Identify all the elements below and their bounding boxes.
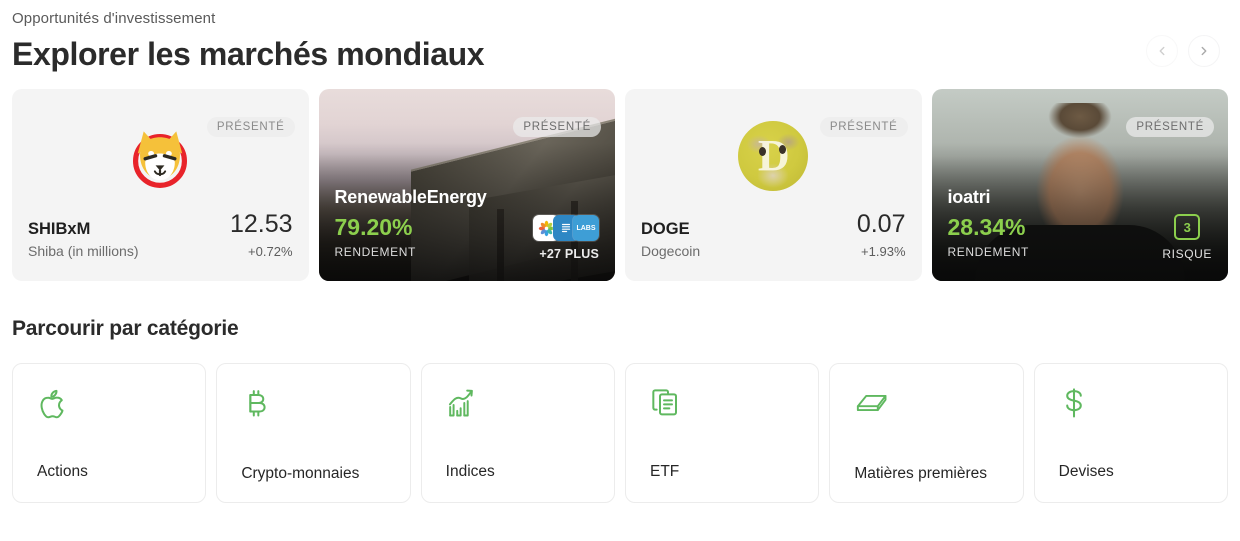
featured-badge: PRÉSENTÉ <box>513 117 601 137</box>
featured-cards-row: PRÉSENTÉ SHIBxM Shiba (in millions) 12.5… <box>12 89 1228 281</box>
carousel-nav <box>1146 35 1220 67</box>
shiba-inu-logo-icon <box>123 121 197 200</box>
dogecoin-logo-icon: D <box>738 121 809 191</box>
card-price-block: 0.07 +1.93% <box>856 210 906 260</box>
card-price: 0.07 <box>856 210 906 238</box>
category-tile-currencies[interactable]: Devises <box>1033 363 1228 503</box>
card-identity: DOGE Dogecoin <box>641 220 700 259</box>
chart-growth-icon <box>446 386 596 432</box>
card-name: Shiba (in millions) <box>28 243 139 259</box>
page-header: Opportunités d'investissement Explorer l… <box>12 0 1228 86</box>
card-info: ioatri 28.34% RENDEMENT <box>948 187 1029 259</box>
category-label: Crypto-monnaies <box>241 465 360 483</box>
featured-card-renewableenergy[interactable]: PRÉSENTÉ RenewableEnergy 79.20% RENDEMEN… <box>318 89 615 281</box>
market-explore-page: Opportunités d'investissement Explorer l… <box>0 0 1240 541</box>
featured-badge: PRÉSENTÉ <box>1126 117 1214 137</box>
doge-letter: D <box>757 130 790 180</box>
category-tile-indices[interactable]: Indices <box>420 363 615 503</box>
card-symbol: DOGE <box>641 220 690 238</box>
card-name: Dogecoin <box>641 243 701 259</box>
category-tile-etf[interactable]: ETF <box>624 363 820 503</box>
category-label: Devises <box>1058 463 1114 481</box>
documents-icon <box>650 386 800 432</box>
category-tile-commodities[interactable]: Matières premières <box>829 363 1024 503</box>
card-price-block: 12.53 +0.72% <box>229 210 293 260</box>
category-tile-actions[interactable]: Actions <box>12 363 207 503</box>
bitcoin-icon <box>241 386 391 432</box>
card-info: SHIBxM Shiba (in millions) 12.53 +0.72% <box>28 210 293 260</box>
gold-bar-icon <box>854 386 1004 432</box>
apple-icon <box>37 386 187 432</box>
coin-logo-wrap <box>12 121 309 200</box>
category-tile-crypto[interactable]: Crypto-monnaies <box>216 363 411 503</box>
category-label: Matières premières <box>854 465 987 483</box>
card-info: DOGE Dogecoin 0.07 +1.93% <box>641 210 906 260</box>
chevron-right-icon <box>1197 44 1211 58</box>
categories-grid: Actions Crypto-monnaies Indices ETF Mati… <box>12 363 1228 503</box>
risk-value: 3 <box>1174 214 1201 240</box>
carousel-next-button[interactable] <box>1188 35 1220 67</box>
card-identity: SHIBxM Shiba (in millions) <box>28 220 138 259</box>
risk-label: RISQUE <box>1162 247 1212 261</box>
featured-card-ioatri[interactable]: PRÉSENTÉ ioatri 28.34% RENDEMENT 3 RISQU… <box>931 89 1228 281</box>
card-yield: 79.20% <box>334 214 413 240</box>
category-label: ETF <box>649 463 680 481</box>
coin-logo-wrap: D <box>625 121 922 191</box>
dollar-sign-icon <box>1059 386 1209 432</box>
card-extra-count: +27 PLUS <box>539 247 599 261</box>
card-info: RenewableEnergy 79.20% RENDEMENT <box>335 187 487 259</box>
page-eyebrow: Opportunités d'investissement <box>12 10 216 27</box>
chevron-left-icon <box>1155 44 1169 58</box>
card-title: ioatri <box>947 187 991 207</box>
category-label: Indices <box>445 463 495 481</box>
carousel-prev-button[interactable] <box>1146 35 1178 67</box>
card-change: +0.72% <box>248 244 293 259</box>
featured-card-doge[interactable]: PRÉSENTÉ D DOGE Dogecoin 0.07 +1.93% <box>625 89 922 281</box>
card-yield-label: RENDEMENT <box>334 245 416 259</box>
card-symbol: SHIBxM <box>28 220 91 238</box>
card-price: 12.53 <box>229 210 293 238</box>
card-title: RenewableEnergy <box>334 187 487 207</box>
card-yield-label: RENDEMENT <box>947 245 1029 259</box>
categories-title: Parcourir par catégorie <box>12 317 239 340</box>
app-icons-stack: LABS <box>533 215 599 241</box>
card-yield: 28.34% <box>947 214 1026 240</box>
page-title: Explorer les marchés mondiaux <box>12 36 485 72</box>
category-label: Actions <box>37 463 88 481</box>
featured-card-shibxm[interactable]: PRÉSENTÉ SHIBxM Shiba (in millions) 12.5… <box>12 89 309 281</box>
labs-icon: LABS <box>573 215 599 241</box>
risk-indicator: 3 RISQUE <box>1162 214 1212 261</box>
card-change: +1.93% <box>861 244 906 259</box>
